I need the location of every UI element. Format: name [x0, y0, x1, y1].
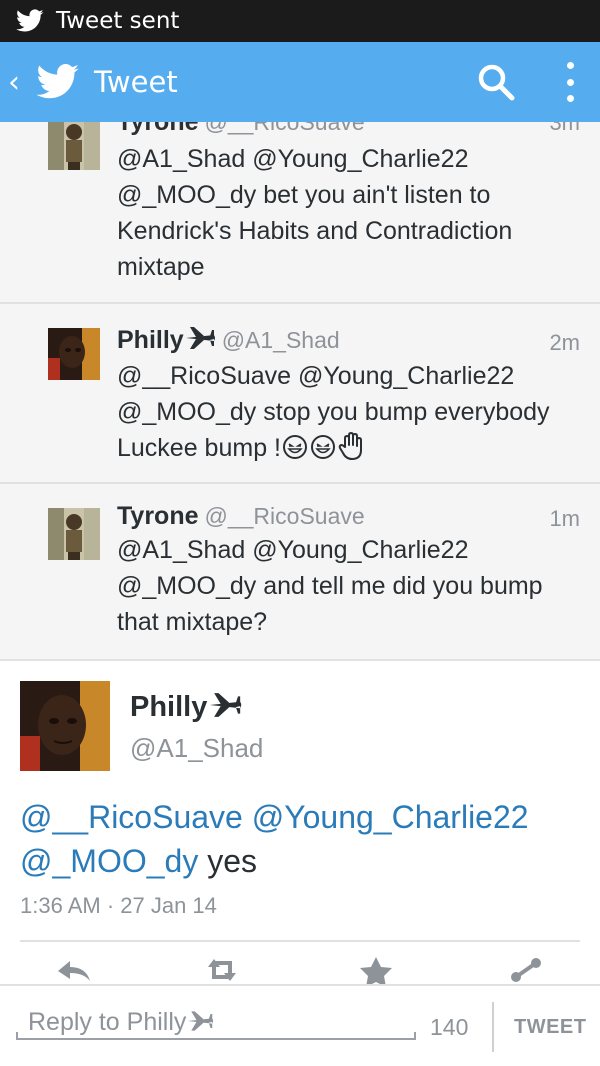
main-tweet: Philly @A1_Shad @__RicoSuave @Young_Char…: [0, 661, 600, 984]
reply-author-handle: @A1_Shad: [221, 327, 340, 353]
share-icon[interactable]: [506, 955, 546, 984]
avatar[interactable]: [48, 328, 100, 380]
screen-title: Tweet: [94, 65, 178, 99]
divider: [492, 1002, 494, 1052]
laughing-emoji-icon: [311, 435, 335, 459]
mention-link[interactable]: @Young_Charlie22: [252, 799, 529, 835]
reply-author-handle: @__RicoSuave: [204, 503, 365, 529]
reply-text-line: @__RicoSuave @Young_Charlie22: [117, 362, 515, 390]
twitter-bird-icon: [16, 9, 44, 32]
author-handle[interactable]: @A1_Shad: [130, 733, 263, 764]
reply-text: @A1_Shad @Young_Charlie22 @_MOO_dy bet y…: [117, 145, 513, 281]
twitter-bird-icon[interactable]: [36, 64, 80, 100]
laughing-emoji-icon: [283, 435, 307, 459]
avatar[interactable]: [20, 681, 110, 771]
airplane-emoji-icon: [210, 693, 242, 717]
reply-tweet[interactable]: Philly @A1_Shad 2m @__RicoSuave @Young_Ch…: [0, 304, 600, 484]
reply-author-name: Philly @A1_Shad: [117, 326, 340, 354]
reply-text-line: @_MOO_dy stop you bump everybody: [117, 398, 550, 426]
mention-link[interactable]: @_MOO_dy: [20, 843, 198, 879]
character-count: 140: [430, 1014, 469, 1040]
airplane-emoji-icon: [185, 327, 215, 349]
reply-author-name: Tyrone @__RicoSuave: [117, 122, 365, 137]
reply-author-handle: @__RicoSuave: [204, 122, 365, 135]
reply-text-line: Luckee bump !: [117, 430, 587, 466]
reply-time: 2m: [549, 330, 580, 355]
favorite-icon[interactable]: [356, 955, 396, 984]
raised-hand-emoji-icon: [338, 432, 362, 460]
reply-time: 1m: [549, 506, 580, 531]
avatar[interactable]: [48, 508, 100, 560]
reply-tweet[interactable]: Tyrone @__RicoSuave 3m @A1_Shad @Young_Ch…: [0, 122, 600, 304]
conversation-list[interactable]: Tyrone @__RicoSuave 3m @A1_Shad @Young_Ch…: [0, 122, 600, 984]
reply-input[interactable]: Reply to Philly: [16, 1004, 416, 1040]
reply-time: 3m: [549, 122, 580, 135]
airplane-emoji-icon: [188, 1011, 214, 1031]
tweet-button[interactable]: TWEET: [514, 1016, 587, 1039]
search-icon[interactable]: [474, 60, 518, 104]
reply-tweet[interactable]: Tyrone @__RicoSuave 1m @A1_Shad @Young_Ch…: [0, 484, 600, 661]
divider: [20, 940, 580, 942]
author-name[interactable]: Philly: [130, 691, 243, 724]
overflow-menu-icon[interactable]: [558, 62, 582, 102]
tweet-timestamp: 1:36 AM · 27 Jan 14: [20, 893, 217, 918]
status-notification-text: Tweet sent: [56, 8, 180, 34]
tweet-text-rest: yes: [198, 843, 257, 879]
tweet-text: @__RicoSuave @Young_Charlie22 @_MOO_dy ye…: [20, 795, 580, 883]
reply-author-name: Tyrone @__RicoSuave: [117, 502, 365, 530]
reply-composer: Reply to Philly 140 TWEET: [0, 984, 600, 1066]
retweet-icon[interactable]: [202, 955, 242, 984]
mention-link[interactable]: @__RicoSuave: [20, 799, 243, 835]
reply-text: @A1_Shad @Young_Charlie22 @_MOO_dy and t…: [117, 536, 543, 636]
action-bar: ‹ Tweet: [0, 42, 600, 122]
avatar[interactable]: [48, 122, 100, 170]
status-bar: Tweet sent: [0, 0, 600, 42]
back-button[interactable]: ‹: [8, 65, 30, 100]
tweet-detail-screen: Tweet sent ‹ Tweet Tyrone @__RicoSuave 3…: [0, 0, 600, 1066]
reply-text: @__RicoSuave @Young_Charlie22 @_MOO_dy s…: [117, 358, 587, 466]
reply-icon[interactable]: [54, 955, 94, 984]
